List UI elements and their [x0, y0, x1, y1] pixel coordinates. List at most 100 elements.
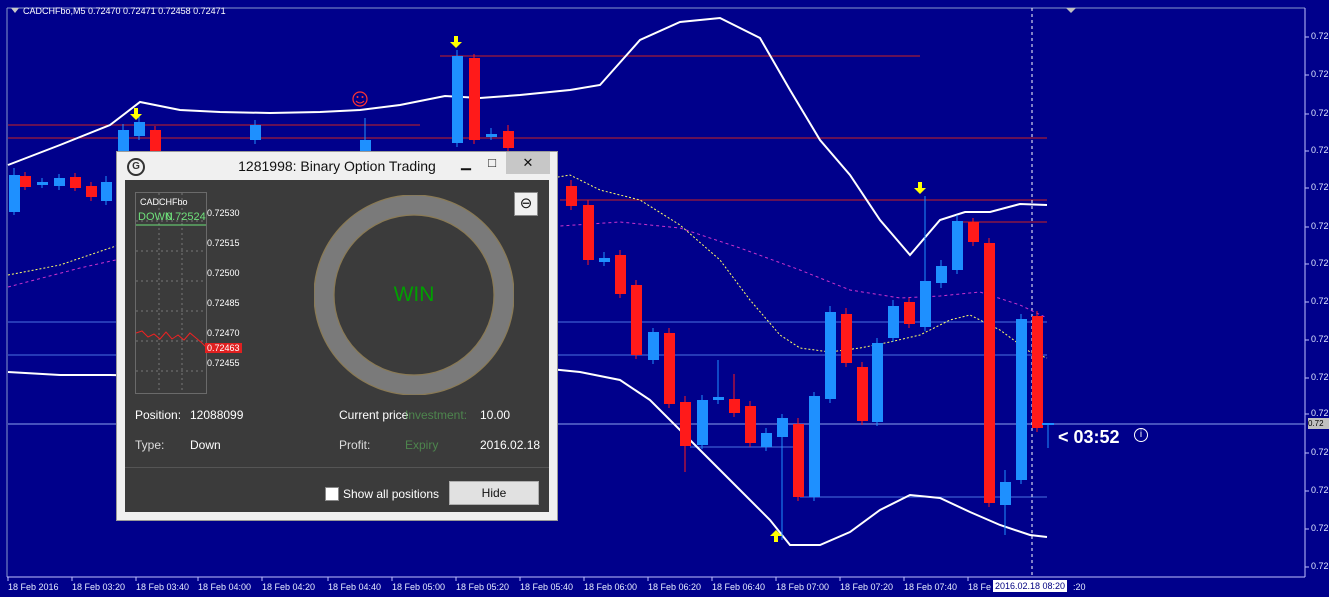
time-axis-label: 18 Feb 05:20: [456, 582, 510, 592]
mini-chart-symbol: CADCHFbo: [140, 197, 188, 207]
profit-label: Profit:: [339, 438, 371, 452]
candle-body: [857, 367, 868, 421]
position-label: Position:: [135, 408, 182, 422]
type-value: Down: [190, 438, 221, 452]
candle-body: [599, 258, 610, 262]
type-label: Type:: [135, 438, 165, 452]
arrow-down-icon: [918, 182, 922, 189]
price-axis-label: 0.72: [1311, 485, 1329, 495]
candle-body: [697, 400, 708, 445]
price-axis-label: 0.72: [1311, 108, 1329, 118]
price-axis-label: 0.72: [1311, 221, 1329, 231]
candle-body: [503, 131, 514, 148]
candle-body: [984, 243, 995, 503]
dialog-panel: CADCHFbo DOWN 0.72524 0.72530 0.72515 0.…: [125, 180, 549, 512]
crosshair-time-label: 2016.02.18 08:20: [993, 580, 1068, 592]
candle-body: [20, 176, 31, 187]
smiley-eye: [361, 96, 364, 98]
mini-chart: CADCHFbo DOWN 0.72524: [135, 192, 207, 394]
investment-value: 10.00: [480, 408, 511, 422]
candle-body: [37, 182, 48, 185]
dialog-titlebar[interactable]: G 1281998: Binary Option Trading ▁ □ ✕: [117, 152, 557, 180]
price-axis-label: 0.72: [1311, 145, 1329, 155]
candle-body: [713, 397, 724, 400]
price-axis-label: 0.72: [1311, 69, 1329, 79]
candle-body: [920, 281, 931, 327]
investment-label: Investment:: [405, 408, 468, 422]
close-button[interactable]: ✕: [506, 152, 550, 174]
back-button[interactable]: ⊖: [514, 192, 538, 216]
symbol-text: CADCHFbo,M5 0.72470 0.72471 0.72458 0.72…: [23, 6, 226, 16]
candle-body: [745, 406, 756, 443]
candle-body: [134, 122, 145, 136]
candle-body: [761, 433, 772, 447]
arrow-down-icon: [454, 36, 458, 43]
time-axis-label: 18 Feb 06:20: [648, 582, 702, 592]
candle-body: [1016, 319, 1027, 480]
mini-chart-open-price: 0.72524: [166, 211, 206, 223]
show-all-label[interactable]: Show all positions: [343, 487, 439, 501]
time-axis-label: 18 Feb 07:40: [904, 582, 958, 592]
price-axis-label: 0.72: [1311, 447, 1329, 457]
candle-body: [469, 58, 480, 140]
smiley-eye: [356, 96, 359, 98]
price-axis-label: 0.72: [1311, 561, 1329, 571]
candle-body: [1032, 316, 1043, 428]
binary-option-dialog[interactable]: G 1281998: Binary Option Trading ▁ □ ✕ C…: [117, 152, 557, 520]
hide-button[interactable]: Hide: [449, 481, 539, 505]
mini-price-label: 0.72500: [207, 268, 240, 278]
time-axis-label: 18 Feb 03:20: [72, 582, 126, 592]
arrow-up-icon: [774, 535, 778, 542]
info-icon[interactable]: i: [1134, 428, 1148, 442]
candle-body: [70, 177, 81, 188]
candle-body: [936, 266, 947, 283]
price-axis-label: 0.72: [1311, 182, 1329, 192]
mini-price-label: 0.72515: [207, 238, 240, 248]
price-axis-label: 0.72: [1311, 372, 1329, 382]
candle-body: [793, 424, 804, 497]
price-axis-label: 0.72: [1311, 523, 1329, 533]
candle-body: [904, 302, 915, 324]
time-axis-label: 18 Feb 03:40: [136, 582, 190, 592]
time-axis-label: 18 Feb 06:40: [712, 582, 766, 592]
current-price-label: Current price: [339, 408, 409, 422]
candle-body: [101, 182, 112, 201]
candle-body: [486, 134, 497, 137]
candle-body: [872, 343, 883, 422]
back-arrow-icon: ⊖: [519, 195, 533, 212]
chart-symbol-label: CADCHFbo,M5 0.72470 0.72471 0.72458 0.72…: [11, 6, 226, 16]
candle-body: [809, 396, 820, 497]
time-axis-label: 18 Feb 05:40: [520, 582, 574, 592]
time-axis-label: 18 Feb 04:20: [262, 582, 316, 592]
time-axis-label: 18 Feb 07:20: [840, 582, 894, 592]
expiry-label: Expiry: [405, 438, 439, 452]
mini-price-label: 0.72455: [207, 358, 240, 368]
mini-price-line: [135, 330, 207, 348]
show-all-checkbox[interactable]: [325, 487, 339, 501]
time-axis-label: 18 Feb 05:00: [392, 582, 446, 592]
candle-body: [631, 285, 642, 355]
candle-body: [888, 306, 899, 338]
mini-price-label: 0.72470: [207, 328, 240, 338]
position-value: 12088099: [190, 408, 244, 422]
current-price-tag: 0.72: [1308, 418, 1329, 429]
candle-body: [615, 255, 626, 294]
candle-body: [250, 125, 261, 140]
candle-body: [664, 333, 675, 404]
time-axis-label: :20: [1073, 582, 1086, 592]
expiry-value: 2016.02.18: [480, 438, 541, 452]
countdown-timer: < 03:52: [1058, 427, 1120, 447]
candle-body: [952, 221, 963, 270]
maximize-button[interactable]: □: [475, 152, 509, 174]
candle-body: [777, 418, 788, 437]
time-axis-label: 18 Fe: [968, 582, 992, 592]
candle-body: [825, 312, 836, 399]
result-text: WIN: [393, 283, 435, 306]
price-axis-label: 0.72: [1311, 31, 1329, 41]
time-axis-label: 18 Feb 06:00: [584, 582, 638, 592]
price-axis-label: 0.72: [1311, 334, 1329, 344]
dropdown-triangle-icon[interactable]: [11, 8, 19, 13]
candle-body: [729, 399, 740, 413]
candle-body: [583, 205, 594, 260]
price-axis-label: 0.72: [1311, 408, 1329, 418]
